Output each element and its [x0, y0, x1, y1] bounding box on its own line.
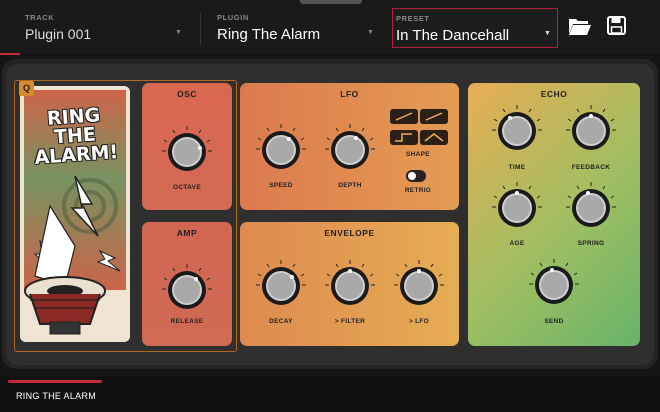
spring-knob[interactable] — [564, 180, 618, 234]
shape-square-button[interactable] — [390, 130, 418, 145]
depth-knob[interactable] — [323, 122, 377, 176]
ramp-up-icon — [395, 112, 413, 121]
active-tab-indicator — [8, 380, 102, 383]
track-label: TRACK — [25, 13, 55, 22]
save-icon[interactable] — [607, 16, 626, 35]
envelope-lfo-label: > LFO — [408, 318, 430, 325]
track-selector[interactable]: TRACK Plugin 001 ▼ — [25, 0, 185, 54]
plugin-label: PLUGIN — [217, 13, 249, 22]
square-wave-icon — [395, 133, 412, 142]
folder-open-icon[interactable] — [568, 16, 592, 36]
spring-label: SPRING — [577, 240, 605, 247]
preset-selector[interactable]: PRESET In The Dancehall ▼ — [392, 8, 558, 48]
lfo-title: LFO — [340, 89, 359, 99]
chevron-down-icon: ▼ — [367, 29, 374, 36]
triangle-wave-icon — [424, 133, 444, 142]
feedback-knob[interactable] — [564, 103, 618, 157]
osc-title: OSC — [177, 89, 197, 99]
echo-title: ECHO — [540, 89, 568, 99]
speed-label: SPEED — [269, 182, 293, 189]
plugin-value: Ring The Alarm — [217, 26, 321, 43]
octave-knob[interactable] — [160, 124, 214, 178]
envelope-title: ENVELOPE — [324, 228, 375, 238]
plugin-artwork: RING THE ALARM! — [20, 86, 130, 342]
envelope-lfo-knob[interactable] — [392, 258, 446, 312]
shape-ramp-up-button[interactable] — [390, 109, 418, 124]
shape-triangle-button[interactable] — [420, 130, 448, 145]
accent-indicator — [0, 53, 20, 55]
depth-label: DEPTH — [338, 182, 362, 189]
time-label: TIME — [508, 164, 526, 171]
ramp-down-icon — [425, 112, 443, 121]
feedback-label: FEEDBACK — [571, 164, 611, 171]
age-knob[interactable] — [490, 180, 544, 234]
retrig-label: RETRIG — [404, 187, 432, 194]
divider — [200, 13, 201, 45]
chevron-down-icon: ▼ — [175, 29, 182, 36]
shape-ramp-down-button[interactable] — [420, 109, 448, 124]
time-knob[interactable] — [490, 103, 544, 157]
octave-label: OCTAVE — [173, 184, 201, 191]
send-label: SEND — [544, 318, 564, 325]
filter-label: > FILTER — [334, 318, 366, 325]
release-knob[interactable] — [160, 262, 214, 316]
plugin-badge: Q — [19, 81, 34, 96]
plugin-tab[interactable]: RING THE ALARM — [16, 391, 96, 401]
track-value: Plugin 001 — [25, 26, 92, 42]
shape-label: SHAPE — [406, 151, 430, 158]
send-knob[interactable] — [527, 257, 581, 311]
retrig-toggle[interactable] — [406, 170, 426, 182]
preset-value: In The Dancehall — [396, 27, 510, 44]
top-bar: TRACK Plugin 001 ▼ PLUGIN Ring The Alarm… — [0, 0, 660, 54]
artwork-title: RING THE ALARM! — [33, 104, 119, 169]
decay-knob[interactable] — [254, 258, 308, 312]
release-label: RELEASE — [170, 318, 204, 325]
amp-title: AMP — [176, 228, 198, 238]
age-label: AGE — [509, 240, 525, 247]
preset-label: PRESET — [396, 14, 430, 23]
toggle-knob — [408, 172, 416, 180]
decay-label: DECAY — [269, 318, 293, 325]
filter-knob[interactable] — [323, 258, 377, 312]
chevron-down-icon: ▼ — [544, 30, 551, 37]
plugin-selector[interactable]: PLUGIN Ring The Alarm ▼ — [217, 0, 377, 54]
speed-knob[interactable] — [254, 122, 308, 176]
